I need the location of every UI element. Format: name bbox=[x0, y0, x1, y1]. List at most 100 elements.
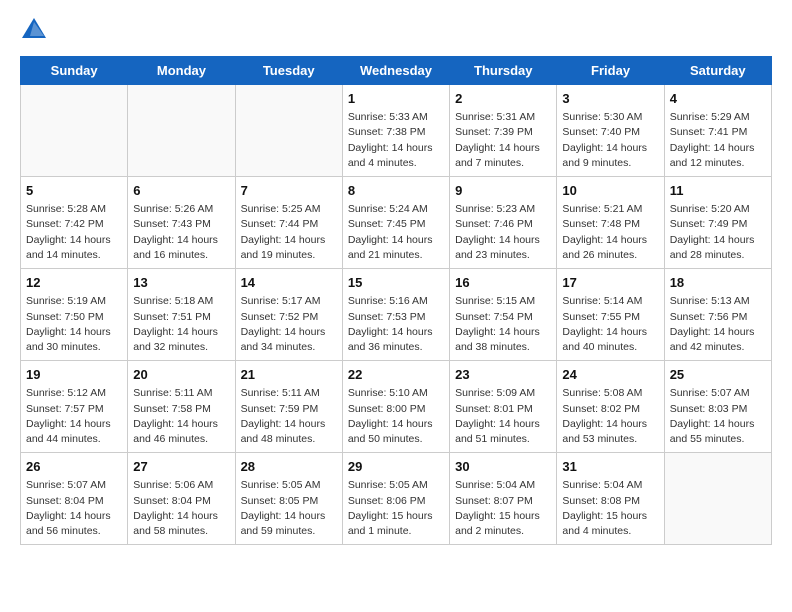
calendar-cell: 30 Sunrise: 5:04 AM Sunset: 8:07 PM Dayli… bbox=[450, 453, 557, 545]
calendar-cell: 27Sunrise: 5:06 AM Sunset: 8:04 PM Dayli… bbox=[128, 453, 235, 545]
calendar-cell: 18Sunrise: 5:13 AM Sunset: 7:56 PM Dayli… bbox=[664, 269, 771, 361]
day-info: Sunrise: 5:28 AM Sunset: 7:42 PM Dayligh… bbox=[26, 202, 122, 263]
calendar-cell: 29 Sunrise: 5:05 AM Sunset: 8:06 PM Dayli… bbox=[342, 453, 449, 545]
calendar-cell: 31 Sunrise: 5:04 AM Sunset: 8:08 PM Dayli… bbox=[557, 453, 664, 545]
day-number: 21 bbox=[241, 366, 337, 384]
day-info: Sunrise: 5:11 AM Sunset: 7:59 PM Dayligh… bbox=[241, 386, 337, 447]
calendar-cell: 24 Sunrise: 5:08 AM Sunset: 8:02 PM Dayli… bbox=[557, 361, 664, 453]
page: SundayMondayTuesdayWednesdayThursdayFrid… bbox=[0, 0, 792, 561]
day-number: 11 bbox=[670, 182, 766, 200]
day-number: 18 bbox=[670, 274, 766, 292]
day-number: 30 bbox=[455, 458, 551, 476]
calendar-week-row-5: 26 Sunrise: 5:07 AM Sunset: 8:04 PM Dayli… bbox=[21, 453, 772, 545]
logo bbox=[20, 16, 52, 44]
day-number: 10 bbox=[562, 182, 658, 200]
day-number: 24 bbox=[562, 366, 658, 384]
calendar-cell: 26 Sunrise: 5:07 AM Sunset: 8:04 PM Dayli… bbox=[21, 453, 128, 545]
calendar-cell: 28 Sunrise: 5:05 AM Sunset: 8:05 PM Dayli… bbox=[235, 453, 342, 545]
day-info: Sunrise: 5:23 AM Sunset: 7:46 PM Dayligh… bbox=[455, 202, 551, 263]
day-number: 6 bbox=[133, 182, 229, 200]
day-number: 15 bbox=[348, 274, 444, 292]
day-number: 12 bbox=[26, 274, 122, 292]
weekday-header-thursday: Thursday bbox=[450, 57, 557, 85]
day-number: 9 bbox=[455, 182, 551, 200]
day-info: Sunrise: 5:20 AM Sunset: 7:49 PM Dayligh… bbox=[670, 202, 766, 263]
day-info: Sunrise: 5:05 AM Sunset: 8:05 PM Dayligh… bbox=[241, 478, 337, 539]
day-number: 31 bbox=[562, 458, 658, 476]
day-info: Sunrise: 5:21 AM Sunset: 7:48 PM Dayligh… bbox=[562, 202, 658, 263]
day-info: Sunrise: 5:10 AM Sunset: 8:00 PM Dayligh… bbox=[348, 386, 444, 447]
calendar-cell: 19Sunrise: 5:12 AM Sunset: 7:57 PM Dayli… bbox=[21, 361, 128, 453]
day-info: Sunrise: 5:04 AM Sunset: 8:07 PM Dayligh… bbox=[455, 478, 551, 539]
calendar-cell: 13 Sunrise: 5:18 AM Sunset: 7:51 PM Dayli… bbox=[128, 269, 235, 361]
day-info: Sunrise: 5:07 AM Sunset: 8:04 PM Dayligh… bbox=[26, 478, 122, 539]
day-number: 20 bbox=[133, 366, 229, 384]
day-info: Sunrise: 5:16 AM Sunset: 7:53 PM Dayligh… bbox=[348, 294, 444, 355]
day-info: Sunrise: 5:15 AM Sunset: 7:54 PM Dayligh… bbox=[455, 294, 551, 355]
calendar-table: SundayMondayTuesdayWednesdayThursdayFrid… bbox=[20, 56, 772, 545]
calendar-cell: 7 Sunrise: 5:25 AM Sunset: 7:44 PM Daylig… bbox=[235, 177, 342, 269]
calendar-cell: 4 Sunrise: 5:29 AM Sunset: 7:41 PM Daylig… bbox=[664, 85, 771, 177]
day-number: 17 bbox=[562, 274, 658, 292]
calendar-cell: 10 Sunrise: 5:21 AM Sunset: 7:48 PM Dayli… bbox=[557, 177, 664, 269]
calendar-cell: 15 Sunrise: 5:16 AM Sunset: 7:53 PM Dayli… bbox=[342, 269, 449, 361]
calendar-cell: 22 Sunrise: 5:10 AM Sunset: 8:00 PM Dayli… bbox=[342, 361, 449, 453]
calendar-cell: 17 Sunrise: 5:14 AM Sunset: 7:55 PM Dayli… bbox=[557, 269, 664, 361]
calendar-cell: 1 Sunrise: 5:33 AM Sunset: 7:38 PM Daylig… bbox=[342, 85, 449, 177]
day-number: 7 bbox=[241, 182, 337, 200]
day-info: Sunrise: 5:07 AM Sunset: 8:03 PM Dayligh… bbox=[670, 386, 766, 447]
calendar-cell: 3 Sunrise: 5:30 AM Sunset: 7:40 PM Daylig… bbox=[557, 85, 664, 177]
day-number: 14 bbox=[241, 274, 337, 292]
day-info: Sunrise: 5:29 AM Sunset: 7:41 PM Dayligh… bbox=[670, 110, 766, 171]
day-info: Sunrise: 5:09 AM Sunset: 8:01 PM Dayligh… bbox=[455, 386, 551, 447]
weekday-header-tuesday: Tuesday bbox=[235, 57, 342, 85]
day-number: 1 bbox=[348, 90, 444, 108]
day-info: Sunrise: 5:30 AM Sunset: 7:40 PM Dayligh… bbox=[562, 110, 658, 171]
day-number: 2 bbox=[455, 90, 551, 108]
day-number: 28 bbox=[241, 458, 337, 476]
calendar-cell: 23 Sunrise: 5:09 AM Sunset: 8:01 PM Dayli… bbox=[450, 361, 557, 453]
day-number: 26 bbox=[26, 458, 122, 476]
calendar-cell: 21 Sunrise: 5:11 AM Sunset: 7:59 PM Dayli… bbox=[235, 361, 342, 453]
day-number: 29 bbox=[348, 458, 444, 476]
calendar-cell bbox=[21, 85, 128, 177]
day-info: Sunrise: 5:05 AM Sunset: 8:06 PM Dayligh… bbox=[348, 478, 444, 539]
day-number: 13 bbox=[133, 274, 229, 292]
calendar-cell bbox=[235, 85, 342, 177]
day-number: 23 bbox=[455, 366, 551, 384]
day-info: Sunrise: 5:08 AM Sunset: 8:02 PM Dayligh… bbox=[562, 386, 658, 447]
day-number: 4 bbox=[670, 90, 766, 108]
weekday-header-wednesday: Wednesday bbox=[342, 57, 449, 85]
weekday-header-sunday: Sunday bbox=[21, 57, 128, 85]
calendar-cell: 9 Sunrise: 5:23 AM Sunset: 7:46 PM Daylig… bbox=[450, 177, 557, 269]
calendar-week-row-4: 19Sunrise: 5:12 AM Sunset: 7:57 PM Dayli… bbox=[21, 361, 772, 453]
day-info: Sunrise: 5:11 AM Sunset: 7:58 PM Dayligh… bbox=[133, 386, 229, 447]
day-info: Sunrise: 5:14 AM Sunset: 7:55 PM Dayligh… bbox=[562, 294, 658, 355]
day-info: Sunrise: 5:04 AM Sunset: 8:08 PM Dayligh… bbox=[562, 478, 658, 539]
calendar-cell bbox=[664, 453, 771, 545]
day-number: 5 bbox=[26, 182, 122, 200]
calendar-cell: 14 Sunrise: 5:17 AM Sunset: 7:52 PM Dayli… bbox=[235, 269, 342, 361]
day-number: 27 bbox=[133, 458, 229, 476]
weekday-header-monday: Monday bbox=[128, 57, 235, 85]
calendar-cell bbox=[128, 85, 235, 177]
calendar-cell: 5 Sunrise: 5:28 AM Sunset: 7:42 PM Daylig… bbox=[21, 177, 128, 269]
calendar-cell: 6Sunrise: 5:26 AM Sunset: 7:43 PM Daylig… bbox=[128, 177, 235, 269]
day-info: Sunrise: 5:31 AM Sunset: 7:39 PM Dayligh… bbox=[455, 110, 551, 171]
calendar-cell: 11 Sunrise: 5:20 AM Sunset: 7:49 PM Dayli… bbox=[664, 177, 771, 269]
day-number: 3 bbox=[562, 90, 658, 108]
day-number: 22 bbox=[348, 366, 444, 384]
weekday-header-friday: Friday bbox=[557, 57, 664, 85]
day-info: Sunrise: 5:25 AM Sunset: 7:44 PM Dayligh… bbox=[241, 202, 337, 263]
calendar-week-row-2: 5 Sunrise: 5:28 AM Sunset: 7:42 PM Daylig… bbox=[21, 177, 772, 269]
day-info: Sunrise: 5:19 AM Sunset: 7:50 PM Dayligh… bbox=[26, 294, 122, 355]
day-number: 16 bbox=[455, 274, 551, 292]
day-info: Sunrise: 5:12 AM Sunset: 7:57 PM Dayligh… bbox=[26, 386, 122, 447]
day-info: Sunrise: 5:18 AM Sunset: 7:51 PM Dayligh… bbox=[133, 294, 229, 355]
calendar-cell: 8Sunrise: 5:24 AM Sunset: 7:45 PM Daylig… bbox=[342, 177, 449, 269]
day-info: Sunrise: 5:17 AM Sunset: 7:52 PM Dayligh… bbox=[241, 294, 337, 355]
day-info: Sunrise: 5:33 AM Sunset: 7:38 PM Dayligh… bbox=[348, 110, 444, 171]
calendar-cell: 16 Sunrise: 5:15 AM Sunset: 7:54 PM Dayli… bbox=[450, 269, 557, 361]
weekday-header-row: SundayMondayTuesdayWednesdayThursdayFrid… bbox=[21, 57, 772, 85]
day-number: 8 bbox=[348, 182, 444, 200]
